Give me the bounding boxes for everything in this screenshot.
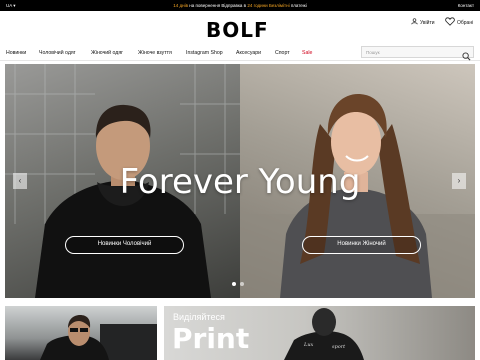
promo-payments-text: платежі	[289, 3, 307, 8]
nav-item-women[interactable]: Жіночий одяг	[91, 50, 123, 56]
carousel-dots	[232, 282, 244, 286]
nav-item-sale[interactable]: Sale	[302, 50, 312, 56]
top-bar: UA ▾ 14 днів на повернення Відправка в 2…	[0, 0, 480, 11]
new-women-button[interactable]: Новинки Жіночий	[302, 236, 421, 254]
site-logo[interactable]: BOLF	[206, 20, 269, 40]
promo-strip: 14 днів на повернення Відправка в 24 год…	[0, 3, 480, 8]
promo-tile-men[interactable]	[5, 306, 157, 360]
search-input[interactable]: Пошук	[361, 46, 474, 61]
carousel-dot[interactable]	[240, 282, 244, 286]
new-men-button[interactable]: Новинки Чоловічий	[65, 236, 184, 254]
promo-tile-print[interactable]: Lux sport Виділяйтеся Print	[164, 306, 475, 360]
hero-banner[interactable]: Forever Young Новинки Чоловічий Новинки …	[5, 64, 475, 298]
chevron-left-icon[interactable]: ‹	[13, 173, 27, 189]
user-icon	[411, 18, 418, 27]
promo-return-days: 14 днів	[173, 3, 188, 8]
promo-payments: Безлімітні	[268, 3, 290, 8]
login-button[interactable]: Увійти	[411, 18, 435, 27]
promo-tile-title: Print	[172, 322, 250, 355]
search-placeholder: Пошук	[366, 50, 380, 55]
heart-icon	[445, 17, 455, 28]
promo-text: на повернення Відправка в	[187, 3, 248, 8]
chevron-right-icon[interactable]: ›	[452, 173, 466, 189]
contact-link[interactable]: Контакт	[458, 3, 474, 8]
nav-item-new[interactable]: Новинки	[6, 50, 26, 56]
favorites-button[interactable]: Обрані	[445, 17, 473, 28]
svg-text:Lux: Lux	[303, 342, 314, 348]
site-header: BOLF Увійти Обрані	[0, 11, 480, 45]
nav-item-instagram-shop[interactable]: Instagram Shop	[186, 50, 223, 56]
promo-tile-subtitle: Виділяйтеся	[173, 312, 225, 322]
nav-item-men[interactable]: Чоловічий одяг	[39, 50, 76, 56]
hero-headline: Forever Young	[119, 162, 361, 202]
login-label: Увійти	[420, 19, 435, 26]
nav-item-women-shoes[interactable]: Жіноче взуття	[138, 50, 172, 56]
promo-shipping-time: 24 години	[247, 3, 268, 8]
carousel-dot[interactable]	[232, 282, 236, 286]
nav-item-sport[interactable]: Спорт	[275, 50, 290, 56]
svg-text:sport: sport	[332, 344, 346, 350]
favorites-label: Обрані	[457, 19, 474, 26]
nav-item-accessories[interactable]: Аксесуари	[236, 50, 261, 56]
